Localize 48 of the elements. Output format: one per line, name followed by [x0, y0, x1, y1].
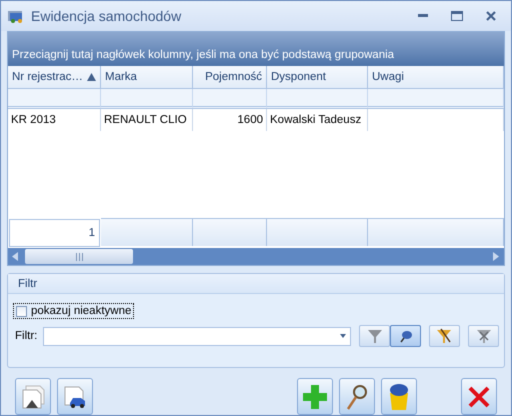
scroll-right-icon[interactable] [493, 252, 499, 262]
table-cell: RENAULT CLIO [101, 108, 193, 131]
table-cell: KR 2013 [8, 108, 101, 131]
close-icon[interactable] [486, 10, 496, 21]
documents-icon [20, 384, 46, 410]
window-title: Ewidencja samochodów [31, 8, 182, 24]
filter-row-cell[interactable] [368, 88, 504, 109]
filter-button[interactable] [359, 325, 390, 348]
close-window-button[interactable] [461, 378, 497, 415]
group-by-hint: Przeciągnij tutaj nagłówek kolumny, jeśli ma ona być podstawą grupowania [8, 32, 504, 66]
funnel-tools-icon [436, 328, 453, 344]
pin-icon [398, 329, 413, 344]
column-header[interactable]: Nr rejestrac… [8, 66, 101, 89]
column-header[interactable]: Dysponent [267, 66, 368, 89]
search-icon [345, 384, 369, 410]
filter-row-cell[interactable] [267, 88, 368, 109]
filter-settings-button[interactable] [429, 325, 460, 348]
filter-row-cell[interactable] [193, 88, 267, 109]
filter-row-cell[interactable] [8, 88, 101, 109]
minimize-icon[interactable] [418, 14, 428, 18]
cross-icon [468, 386, 490, 408]
funnel-icon [368, 329, 382, 344]
trash-bin-icon [388, 382, 410, 410]
scrollbar-thumb[interactable] [25, 249, 133, 264]
filter-row-cell[interactable] [101, 88, 193, 109]
delete-button[interactable] [381, 378, 417, 415]
scroll-left-icon[interactable] [12, 252, 18, 262]
horizontal-scrollbar[interactable] [8, 248, 504, 266]
clear-filter-button[interactable] [468, 325, 500, 348]
table-cell: 1600 [193, 108, 267, 131]
documents-car-icon [62, 384, 88, 410]
column-header[interactable]: Pojemność [193, 66, 267, 89]
maximize-icon[interactable] [451, 10, 463, 21]
vehicle-print-button[interactable] [57, 378, 93, 415]
panel-title: Filtr [18, 278, 38, 290]
pin-button[interactable] [390, 325, 422, 348]
row-count: 1 [9, 219, 100, 248]
add-button[interactable] [297, 378, 333, 415]
column-header[interactable]: Marka [101, 66, 193, 89]
field-label: Filtr: [15, 330, 38, 342]
filter-field[interactable] [43, 326, 352, 346]
funnel-cross-icon [476, 329, 491, 344]
print-button[interactable] [15, 378, 51, 415]
column-header[interactable]: Uwagi [368, 66, 504, 89]
search-button[interactable] [339, 378, 375, 415]
plus-icon [303, 384, 327, 408]
table-cell: Kowalski Tadeusz [267, 108, 368, 131]
dropdown-icon[interactable] [340, 334, 346, 338]
